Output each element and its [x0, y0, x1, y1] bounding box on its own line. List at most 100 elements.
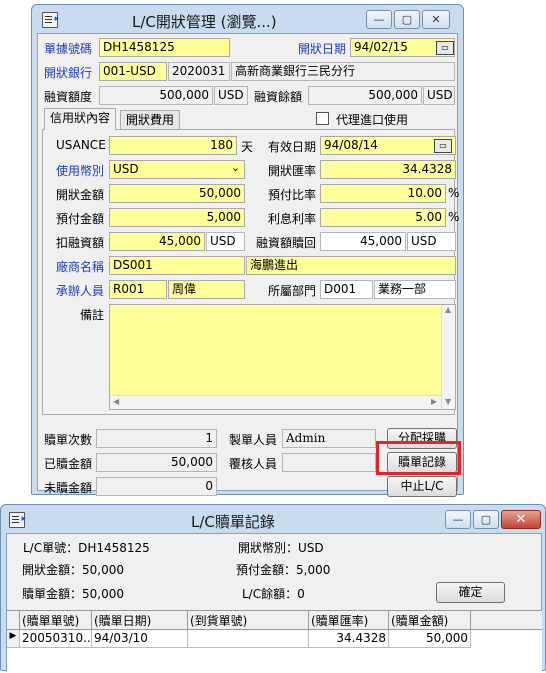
handler-label: 承辦人員: [56, 284, 105, 298]
vendor-code-field[interactable]: DS001: [109, 256, 245, 275]
lc-content-panel: USANCE 180 天 有效日期 94/08/14 ▭ 使用幣別 USD ⌄ …: [42, 129, 459, 415]
lc-management-window: L/C開狀管理 (瀏覽...) — ▢ ✕ 單據號碼 DH1458125 開狀日…: [31, 4, 464, 497]
cell-arrival-no[interactable]: [188, 630, 309, 648]
dept-code-field: D001: [320, 280, 373, 299]
prepay-amount-field[interactable]: 5,000: [109, 208, 245, 227]
minimize-button[interactable]: —: [445, 510, 471, 529]
percent-sign: %: [448, 186, 460, 200]
close-button[interactable]: ✕: [422, 10, 450, 29]
redeem-record-grid: (贖單單號) (贖單日期) (到貨單號) (贖單匯率) (贖單金額) ▶ 200…: [7, 610, 542, 673]
close-button[interactable]: ✕: [501, 510, 541, 529]
column-header-redeem-date[interactable]: (贖單日期): [92, 611, 188, 629]
dept-label: 所屬部門: [268, 284, 317, 298]
lc-balance-text: L/C餘額：0: [242, 587, 305, 601]
calendar-icon[interactable]: ▭: [436, 41, 454, 55]
reviewer-field: [282, 453, 376, 472]
scroll-left-icon[interactable]: ◀: [113, 397, 119, 406]
unredeemed-label: 未贖金額: [44, 481, 93, 495]
open-amount-text: 開狀金額：50,000: [22, 563, 124, 577]
column-header-redeem-no[interactable]: (贖單單號): [20, 611, 92, 629]
deduct-currency: USD: [206, 232, 245, 251]
credit-balance-label: 融資餘額: [254, 90, 303, 104]
dept-name-field: 業務一部: [374, 280, 456, 299]
scroll-down-icon[interactable]: ▼: [445, 397, 451, 406]
cell-redeem-no[interactable]: 20050310...: [20, 630, 92, 648]
interest-field[interactable]: 5.00: [320, 208, 446, 227]
prepay-ratio-field[interactable]: 10.00: [320, 184, 446, 203]
amount-label: 開狀金額: [56, 188, 105, 202]
title-bar[interactable]: L/C贖單記錄 — ▢ ✕: [1, 505, 545, 535]
deduct-label: 扣融資額: [56, 236, 105, 250]
maker-label: 製單人員: [229, 433, 278, 447]
lc-no-text: L/C單號：DH1458125: [23, 541, 150, 555]
reviewer-label: 覆核人員: [229, 457, 278, 471]
column-header-redeem-rate[interactable]: (贖單匯率): [309, 611, 389, 629]
cell-redeem-date[interactable]: 94/03/10: [92, 630, 188, 648]
column-header-redeem-amount[interactable]: (贖單金額): [389, 611, 471, 629]
usance-label: USANCE: [56, 138, 106, 152]
remark-scrollbar[interactable]: ▲ ▼: [441, 305, 455, 409]
vendor-name-field: 海鵬進出: [246, 256, 456, 275]
cell-redeem-rate[interactable]: 34.4328: [309, 630, 389, 648]
grid-corner: [7, 611, 20, 629]
unredeemed-field: 0: [96, 477, 217, 496]
minimize-button[interactable]: —: [366, 10, 392, 29]
doc-no-field[interactable]: DH1458125: [99, 38, 230, 57]
bank-currency-field[interactable]: 001-USD: [99, 62, 167, 81]
redeemed-amount-label: 已贖金額: [44, 457, 93, 471]
calendar-icon[interactable]: ▭: [434, 139, 452, 153]
bank-code-field: 2020031: [168, 62, 230, 81]
redeem-field: 45,000: [320, 232, 406, 251]
highlight-box: [376, 441, 461, 475]
chevron-down-icon[interactable]: ⌄: [231, 161, 240, 174]
amount-field[interactable]: 50,000: [109, 184, 245, 203]
vendor-label: 廠商名稱: [56, 260, 105, 274]
prepay-amount-label: 預付金額: [56, 212, 105, 226]
column-header-arrival-no[interactable]: (到貨單號): [188, 611, 309, 629]
redeem-count-label: 贖單次數: [44, 433, 93, 447]
stop-lc-button[interactable]: 中止L/C: [387, 476, 457, 497]
redeemed-amount-field: 50,000: [96, 453, 217, 472]
interest-label: 利息利率: [268, 212, 317, 226]
app-icon: [42, 12, 59, 28]
prepay-ratio-label: 預付比率: [268, 188, 317, 202]
rate-label: 開狀匯率: [268, 164, 317, 178]
credit-limit-currency: USD: [214, 86, 248, 105]
proxy-import-label: 代理進口使用: [336, 113, 409, 127]
lc-redeem-record-window: L/C贖單記錄 — ▢ ✕ L/C單號：DH1458125 開狀幣別：USD 開…: [0, 504, 546, 673]
redeem-label: 融資額贖回: [256, 236, 317, 250]
currency-label: 使用幣別: [56, 164, 105, 178]
record-content: L/C單號：DH1458125 開狀幣別：USD 開狀金額：50,000 預付金…: [6, 533, 542, 673]
row-indicator[interactable]: ▶: [7, 630, 20, 648]
scroll-right-icon[interactable]: ▶: [431, 397, 437, 406]
currency-text: 開狀幣別：USD: [238, 541, 324, 555]
expiry-label: 有效日期: [268, 140, 317, 154]
currency-select[interactable]: USD: [109, 160, 245, 179]
bank-name-field: 高新商業銀行三民分行: [231, 62, 455, 81]
proxy-import-checkbox[interactable]: [316, 112, 329, 125]
credit-balance-field: 500,000: [308, 86, 422, 105]
currency-value: USD: [113, 162, 139, 176]
redeem-currency: USD: [407, 232, 456, 251]
remark-label: 備註: [80, 308, 105, 322]
credit-balance-currency: USD: [423, 86, 455, 105]
title-bar[interactable]: L/C開狀管理 (瀏覽...) — ▢ ✕: [32, 5, 463, 35]
credit-limit-field: 500,000: [99, 86, 213, 105]
maximize-button[interactable]: ▢: [473, 510, 499, 529]
tab-lc-content[interactable]: 信用狀內容: [44, 108, 117, 130]
maker-field: Admin: [282, 429, 376, 448]
app-icon: [9, 512, 26, 528]
open-date-value: 94/02/15: [354, 40, 408, 54]
scroll-up-icon[interactable]: ▲: [445, 305, 451, 314]
rate-field[interactable]: 34.4328: [320, 160, 456, 179]
handler-name-field: 周偉: [168, 280, 245, 299]
confirm-button[interactable]: 確定: [436, 582, 505, 603]
handler-code-field[interactable]: R001: [109, 280, 167, 299]
cell-redeem-amount[interactable]: 50,000: [389, 630, 471, 648]
tab-open-fees[interactable]: 開狀費用: [120, 110, 181, 130]
deduct-field[interactable]: 45,000: [109, 232, 205, 251]
maximize-button[interactable]: ▢: [394, 10, 420, 29]
grid-header: (贖單單號) (贖單日期) (到貨單號) (贖單匯率) (贖單金額): [7, 611, 542, 630]
remark-hscrollbar[interactable]: ◀ ▶: [110, 395, 441, 409]
usance-field[interactable]: 180: [109, 136, 237, 155]
